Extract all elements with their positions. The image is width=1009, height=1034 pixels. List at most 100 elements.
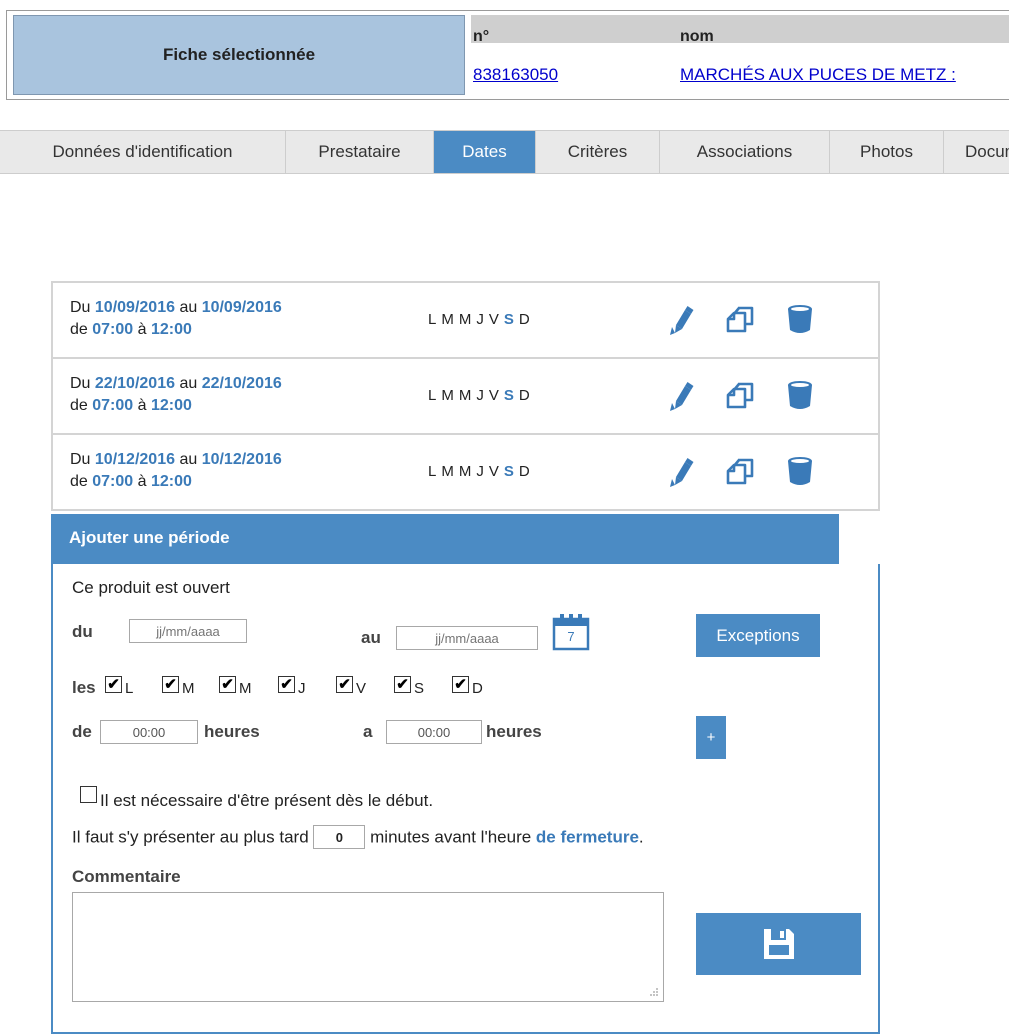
save-button[interactable] bbox=[696, 913, 861, 975]
tab-associations[interactable]: Associations bbox=[660, 131, 830, 173]
period-row: Du 22/10/2016 au 22/10/2016 de 07:00 à 1… bbox=[51, 357, 880, 435]
tab-identification[interactable]: Données d'identification bbox=[0, 131, 286, 173]
late-arrival-highlight: de fermeture bbox=[535, 827, 639, 847]
period-start-date: 10/09/2016 bbox=[94, 299, 175, 316]
period-row: Du 10/09/2016 au 10/09/2016 de 07:00 à 1… bbox=[51, 281, 880, 359]
copy-icon[interactable] bbox=[725, 455, 755, 487]
weekday-checkbox-label: M bbox=[182, 680, 195, 697]
weekday-letter: L bbox=[428, 387, 437, 404]
period-start-date: 10/12/2016 bbox=[94, 451, 175, 468]
period-de: de bbox=[70, 321, 88, 338]
period-dates: Du 10/09/2016 au 10/09/2016 bbox=[70, 299, 282, 317]
period-weekdays: LMMJVSD bbox=[428, 463, 535, 480]
period-au: au bbox=[179, 299, 198, 316]
end-time-input[interactable] bbox=[386, 720, 482, 744]
weekday-letter: L bbox=[428, 463, 437, 480]
weekday-checkbox-label: L bbox=[125, 680, 134, 697]
weekday-letter: V bbox=[488, 311, 499, 328]
heures-label-1: heures bbox=[204, 722, 260, 741]
calendar-day: 7 bbox=[567, 629, 575, 644]
period-a: à bbox=[137, 473, 147, 490]
comment-textarea[interactable] bbox=[72, 892, 664, 1002]
present-label: Il est nécessaire d'être présent dès le … bbox=[100, 791, 434, 810]
pencil-icon[interactable] bbox=[665, 303, 695, 335]
weekday-letter: L bbox=[428, 311, 437, 328]
weekday-letter: D bbox=[518, 311, 530, 328]
period-times: de 07:00 à 12:00 bbox=[70, 321, 192, 339]
period-weekdays: LMMJVSD bbox=[428, 311, 535, 328]
column-header-name: nom bbox=[680, 28, 714, 45]
floppy-disk-icon bbox=[763, 929, 794, 959]
period-dates: Du 10/12/2016 au 10/12/2016 bbox=[70, 451, 282, 469]
period-du: Du bbox=[70, 299, 91, 316]
heures-label-2: heures bbox=[486, 722, 542, 741]
period-a: à bbox=[137, 321, 147, 338]
weekday-checkbox-4[interactable]: ✔ bbox=[336, 676, 353, 693]
calendar-icon[interactable]: 7 bbox=[551, 612, 591, 652]
tab-dates[interactable]: Dates bbox=[434, 131, 536, 173]
weekday-letter: J bbox=[476, 387, 484, 404]
late-arrival-line: Il faut s'y présenter au plus tard minut… bbox=[72, 825, 644, 850]
weekday-letter: V bbox=[488, 387, 499, 404]
add-time-range-button[interactable]: + bbox=[696, 716, 726, 759]
weekday-checkbox-6[interactable]: ✔ bbox=[452, 676, 469, 693]
record-number-link[interactable]: 838163050 bbox=[473, 65, 558, 85]
period-end-time: 12:00 bbox=[150, 397, 192, 414]
weekday-checkbox-5[interactable]: ✔ bbox=[394, 676, 411, 693]
pencil-icon[interactable] bbox=[665, 455, 695, 487]
weekday-checkbox-label: M bbox=[239, 680, 252, 697]
comment-label: Commentaire bbox=[72, 867, 181, 886]
weekday-checkbox-label: D bbox=[472, 680, 483, 697]
weekday-checkbox-0[interactable]: ✔ bbox=[105, 676, 122, 693]
tab-criteres[interactable]: Critères bbox=[536, 131, 660, 173]
present-checkbox[interactable] bbox=[80, 786, 97, 803]
end-date-input[interactable] bbox=[396, 626, 538, 650]
period-row: Du 10/12/2016 au 10/12/2016 de 07:00 à 1… bbox=[51, 433, 880, 511]
weekday-checkbox-label: J bbox=[298, 680, 306, 697]
les-label: les bbox=[72, 678, 96, 697]
trash-icon[interactable] bbox=[785, 303, 815, 335]
record-name-link[interactable]: MARCHÉS AUX PUCES DE METZ : bbox=[680, 65, 956, 85]
start-time-input[interactable] bbox=[100, 720, 198, 744]
period-start-time: 07:00 bbox=[92, 397, 134, 414]
period-du: Du bbox=[70, 451, 91, 468]
copy-icon[interactable] bbox=[725, 379, 755, 411]
period-de: de bbox=[70, 397, 88, 414]
de-label: de bbox=[72, 722, 92, 741]
weekday-letter: M bbox=[458, 463, 472, 480]
period-au: au bbox=[179, 375, 198, 392]
weekday-letter: D bbox=[518, 387, 530, 404]
period-times: de 07:00 à 12:00 bbox=[70, 397, 192, 415]
weekday-letter: J bbox=[476, 463, 484, 480]
resize-grip-icon[interactable] bbox=[649, 987, 659, 997]
weekday-checkbox-label: V bbox=[356, 680, 367, 697]
tab-photos[interactable]: Photos bbox=[830, 131, 944, 173]
period-du: Du bbox=[70, 375, 91, 392]
weekday-checkbox-2[interactable]: ✔ bbox=[219, 676, 236, 693]
late-arrival-text-before: Il faut s'y présenter au plus tard bbox=[72, 827, 309, 847]
weekday-letter: S bbox=[503, 463, 514, 480]
period-au: au bbox=[179, 451, 198, 468]
pencil-icon[interactable] bbox=[665, 379, 695, 411]
exceptions-button[interactable]: Exceptions bbox=[696, 614, 820, 657]
tab-prestataire[interactable]: Prestataire bbox=[286, 131, 434, 173]
period-end-time: 12:00 bbox=[150, 321, 192, 338]
period-a: à bbox=[137, 397, 147, 414]
copy-icon[interactable] bbox=[725, 303, 755, 335]
period-de: de bbox=[70, 473, 88, 490]
start-date-input[interactable] bbox=[129, 619, 247, 643]
trash-icon[interactable] bbox=[785, 379, 815, 411]
trash-icon[interactable] bbox=[785, 455, 815, 487]
weekday-letter: M bbox=[441, 387, 454, 404]
selected-record-label: Fiche sélectionnée bbox=[13, 15, 465, 95]
weekday-checkbox-label: S bbox=[414, 680, 425, 697]
weekday-checkbox-3[interactable]: ✔ bbox=[278, 676, 295, 693]
late-minutes-input[interactable] bbox=[313, 825, 366, 849]
period-start-date: 22/10/2016 bbox=[94, 375, 175, 392]
weekday-checkbox-1[interactable]: ✔ bbox=[162, 676, 179, 693]
weekday-letter: D bbox=[518, 463, 530, 480]
tab-documents[interactable]: Documents bbox=[944, 131, 1009, 173]
period-start-time: 07:00 bbox=[92, 473, 134, 490]
period-end-date: 10/09/2016 bbox=[201, 299, 282, 316]
late-arrival-text-after: minutes avant l'heure bbox=[370, 827, 532, 847]
